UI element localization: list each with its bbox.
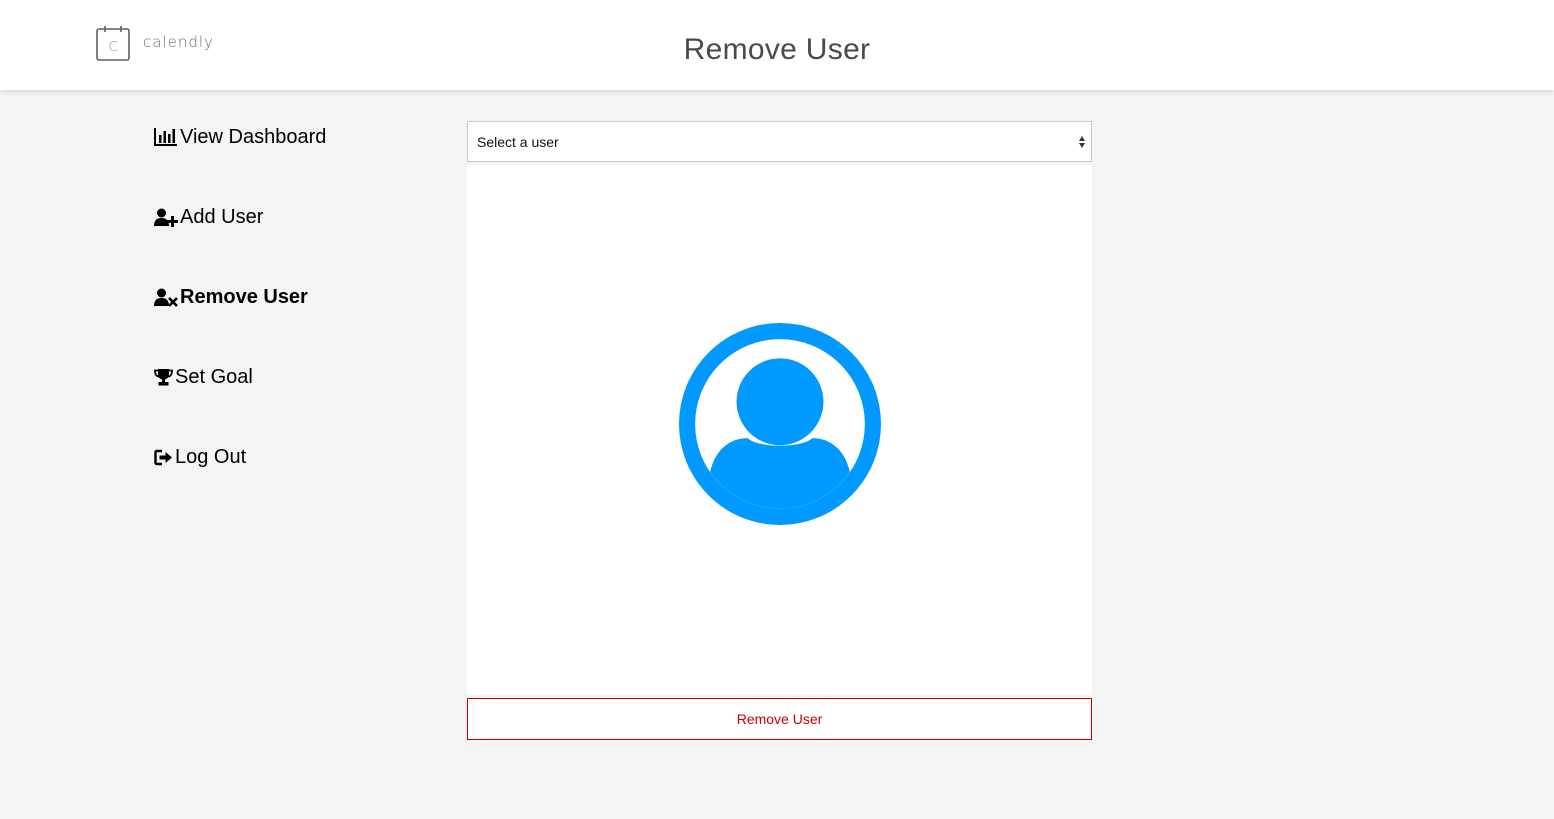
page-title: Remove User <box>683 33 871 66</box>
sidebar-item-label: Remove User <box>180 285 308 308</box>
top-header: C calendly Remove User <box>0 0 1554 90</box>
user-select-value: Select a user <box>477 133 559 150</box>
sidebar-item-label: View Dashboard <box>180 125 327 148</box>
sidebar-item-view-dashboard[interactable]: View Dashboard <box>154 117 434 157</box>
sidebar-item-label: Set Goal <box>175 365 253 388</box>
sidebar-item-remove-user[interactable]: Remove User <box>154 277 434 317</box>
sidebar-item-label: Log Out <box>175 445 247 468</box>
remove-user-button[interactable]: Remove User <box>467 698 1092 740</box>
main-content: Select a user Remove User <box>467 121 1092 740</box>
user-plus-icon <box>154 206 180 228</box>
sidebar-item-label: Add User <box>180 205 264 228</box>
avatar-panel <box>467 165 1092 695</box>
user-times-icon <box>154 286 180 308</box>
select-arrows-icon <box>1079 136 1085 148</box>
user-circle-icon <box>678 323 881 525</box>
sidebar-nav: View Dashboard Add User Remove User Set … <box>154 117 434 517</box>
sidebar-item-set-goal[interactable]: Set Goal <box>154 357 434 397</box>
sidebar-item-log-out[interactable]: Log Out <box>154 437 434 477</box>
bar-chart-icon <box>154 126 180 148</box>
sidebar-item-add-user[interactable]: Add User <box>154 197 434 237</box>
sign-out-icon <box>154 446 175 468</box>
trophy-icon <box>154 366 175 388</box>
user-select-dropdown[interactable]: Select a user <box>467 121 1092 162</box>
